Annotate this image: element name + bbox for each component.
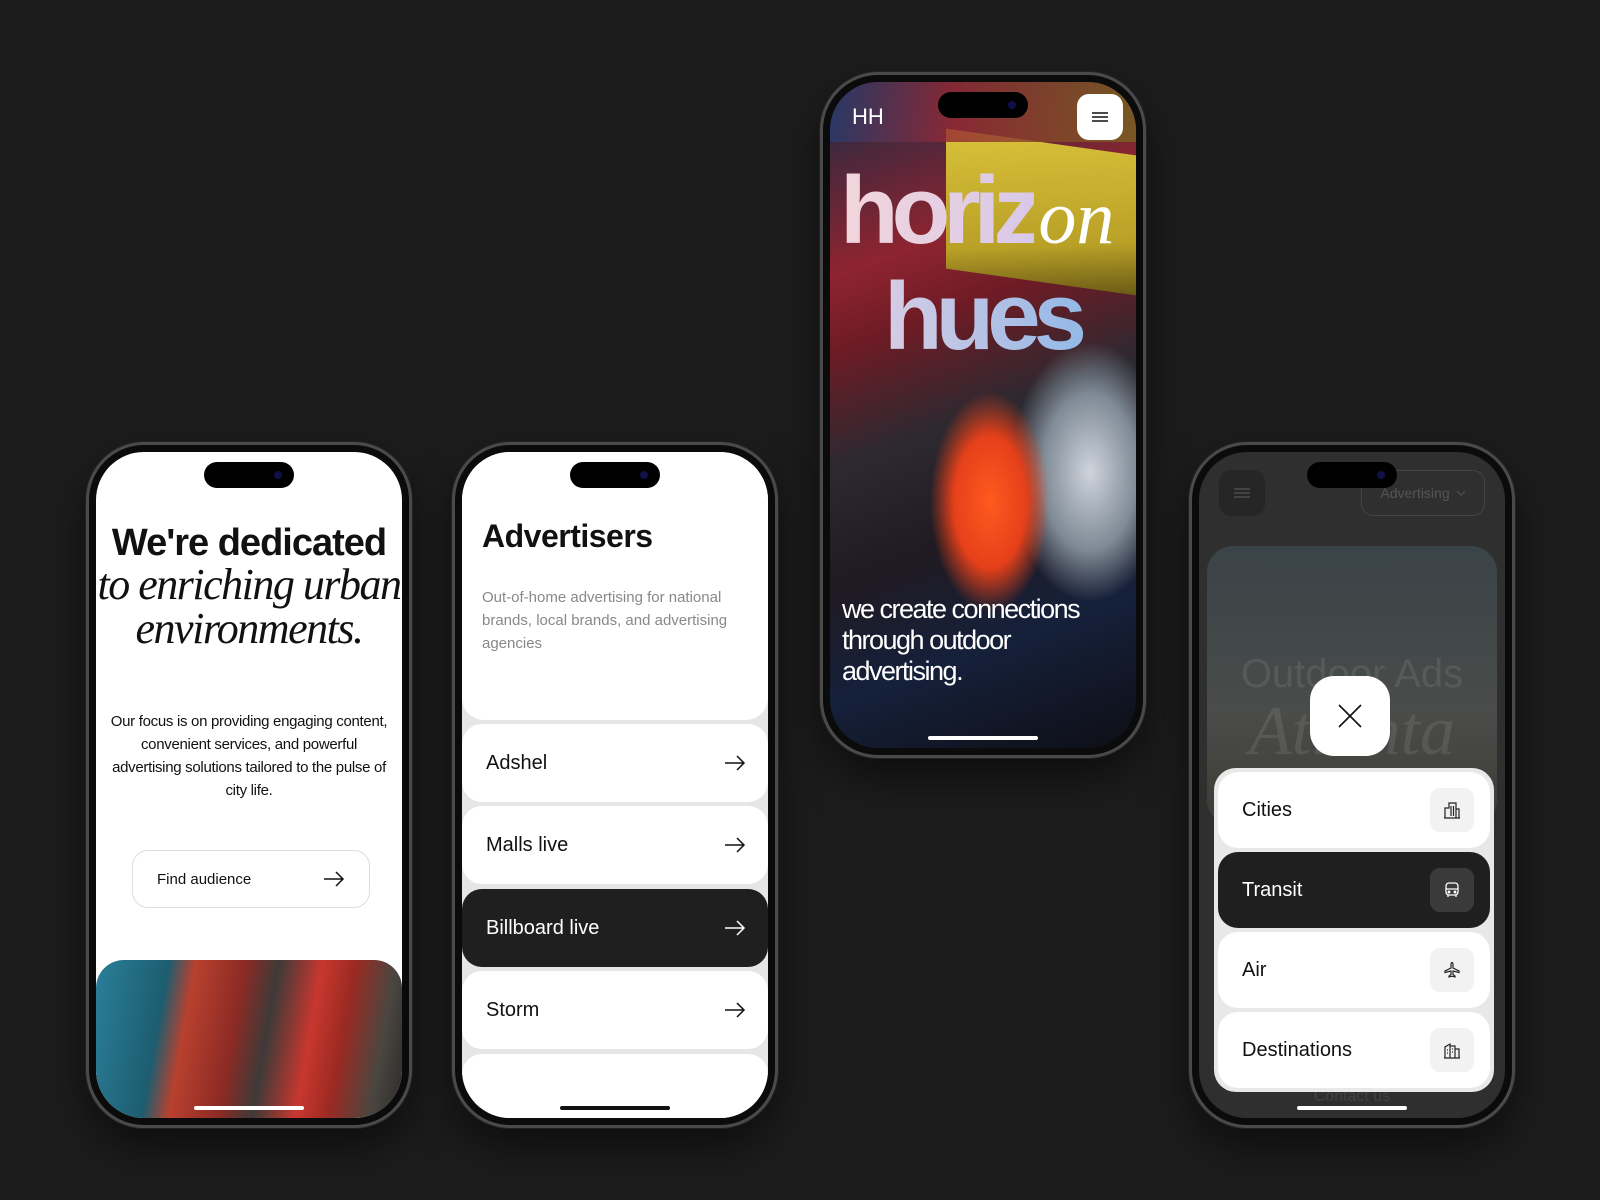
screen: We're dedicated to enriching urban envir… [96, 452, 402, 1118]
hamburger-icon [1092, 112, 1108, 122]
category-menu: Cities Transit Air Destinations [1214, 768, 1494, 1092]
hero-word-hues: hues [840, 269, 1114, 365]
find-audience-button[interactable]: Find audience [132, 850, 370, 908]
hamburger-icon [1234, 488, 1250, 498]
phone-menu-open: Advertising Outdoor Ads Atlanta Contact … [1189, 442, 1515, 1128]
home-indicator [560, 1106, 670, 1110]
item-label: Destinations [1242, 1038, 1353, 1061]
arrow-right-icon [324, 871, 345, 887]
building-icon [1430, 788, 1474, 832]
dynamic-island [204, 462, 294, 488]
item-label: Billboard live [486, 916, 600, 939]
bus-icon [1430, 868, 1474, 912]
home-indicator [1297, 1106, 1407, 1110]
menu-item-destinations[interactable]: Destinations [1218, 1012, 1490, 1088]
heading-italic: to enriching urban environments. [97, 560, 402, 653]
hero-title: horizon hues [840, 163, 1115, 365]
heading-bold: We're dedicated [111, 522, 387, 564]
phone-advertisers: Advertisers Out-of-home advertising for … [452, 442, 778, 1128]
arrow-right-icon [725, 755, 746, 771]
list-item-malls-live[interactable]: Malls live [462, 806, 768, 884]
item-label: Malls live [486, 833, 569, 856]
list-item-adshel[interactable]: Adshel [462, 724, 768, 802]
home-indicator [928, 736, 1038, 740]
logo[interactable]: HH [852, 104, 884, 130]
dynamic-island [938, 92, 1028, 118]
close-icon [1338, 704, 1362, 728]
page-description: Out-of-home advertising for national bra… [482, 589, 728, 652]
home-indicator [194, 1106, 304, 1110]
list-item-storm[interactable]: Storm [462, 971, 768, 1049]
dynamic-island [570, 462, 660, 488]
button-label: Find audience [157, 870, 252, 888]
dropdown-label: Advertising [1380, 485, 1450, 501]
close-menu-button[interactable] [1310, 676, 1390, 756]
dynamic-island [1307, 462, 1397, 488]
menu-button[interactable] [1077, 94, 1123, 140]
chevron-down-icon [1456, 490, 1465, 496]
phone-hero: HH horizon hues we create connections th… [820, 72, 1146, 758]
arrow-right-icon [725, 1002, 746, 1018]
hero-word-on: on [1038, 176, 1115, 260]
menu-item-air[interactable]: Air [1218, 932, 1490, 1008]
screen: Advertising Outdoor Ads Atlanta Contact … [1199, 452, 1505, 1118]
intro-paragraph: Our focus is on providing engaging conte… [110, 713, 388, 799]
item-label: Transit [1242, 878, 1303, 901]
list-item-billboard-live[interactable]: Billboard live [462, 889, 768, 967]
page-title: Advertisers [482, 518, 653, 554]
item-label: Air [1242, 958, 1267, 981]
menu-button[interactable] [1219, 470, 1265, 516]
menu-item-transit[interactable]: Transit [1218, 852, 1490, 928]
item-label: Storm [486, 998, 540, 1021]
airplane-icon [1430, 948, 1474, 992]
hero-word-horiz: horiz [840, 157, 1041, 264]
phone-about: We're dedicated to enriching urban envir… [86, 442, 412, 1128]
header-card: Advertisers Out-of-home advertising for … [462, 452, 768, 720]
screen: HH horizon hues we create connections th… [830, 82, 1136, 748]
destination-building-icon [1430, 1028, 1474, 1072]
billboard-photo [96, 960, 402, 1118]
item-label: Cities [1242, 798, 1293, 821]
menu-item-cities[interactable]: Cities [1218, 772, 1490, 848]
arrow-right-icon [725, 837, 746, 853]
arrow-right-icon [725, 920, 746, 936]
item-label: Adshel [486, 751, 548, 774]
screen: Advertisers Out-of-home advertising for … [462, 452, 768, 1118]
page-heading: We're dedicated to enriching urban envir… [96, 524, 402, 651]
tagline: we create connections through outdoor ad… [842, 594, 1081, 686]
